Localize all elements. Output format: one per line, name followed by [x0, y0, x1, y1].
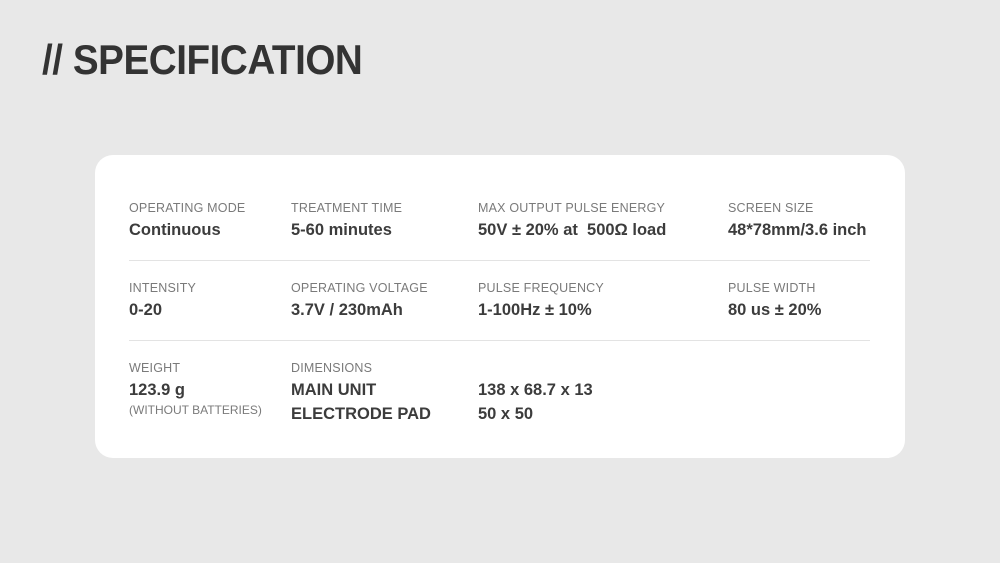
spec-intensity: INTENSITY 0-20 [129, 280, 196, 322]
spec-label: OPERATING VOLTAGE [291, 281, 428, 295]
spec-row: OPERATING MODE Continuous TREATMENT TIME… [129, 180, 870, 261]
spec-label: OPERATING MODE [129, 201, 246, 215]
spec-card: OPERATING MODE Continuous TREATMENT TIME… [95, 155, 905, 458]
spec-weight: WEIGHT 123.9 g (WITHOUT BATTERIES) [129, 360, 262, 418]
spec-pulse-width: PULSE WIDTH 80 us ± 20% [728, 280, 821, 322]
spec-label: PULSE FREQUENCY [478, 281, 604, 295]
spec-operating-voltage: OPERATING VOLTAGE 3.7V / 230mAh [291, 280, 428, 322]
spec-pulse-frequency: PULSE FREQUENCY 1-100Hz ± 10% [478, 280, 604, 322]
page-title: // SPECIFICATION [42, 36, 363, 83]
dimension-value-electrode-pad: 50 x 50 [478, 405, 534, 423]
spec-value: 1-100Hz ± 10% [478, 301, 592, 319]
spec-value: 123.9 g [129, 381, 185, 399]
spec-label: DIMENSIONS [291, 361, 373, 375]
spec-label: PULSE WIDTH [728, 281, 816, 295]
spec-dimensions-values: 138 x 68.7 x 13 50 x 50 [478, 376, 593, 426]
spec-operating-mode: OPERATING MODE Continuous [129, 200, 245, 242]
spec-screen-size: SCREEN SIZE 48*78mm/3.6 inch [728, 200, 867, 242]
spec-label: WEIGHT [129, 361, 181, 375]
spec-value: 3.7V / 230mAh [291, 301, 403, 319]
dimension-value-main-unit: 138 x 68.7 x 13 [478, 381, 593, 399]
spec-label: TREATMENT TIME [291, 201, 403, 215]
dimension-name-electrode-pad: ELECTRODE PAD [291, 405, 431, 423]
spec-value: 50V ± 20% at 500Ω load [478, 221, 667, 239]
spec-value: 80 us ± 20% [728, 301, 822, 319]
spec-note: (WITHOUT BATTERIES) [129, 403, 262, 417]
spec-label: MAX OUTPUT PULSE ENERGY [478, 201, 666, 215]
spec-value: 5-60 minutes [291, 221, 392, 239]
spec-dimensions: DIMENSIONS MAIN UNIT ELECTRODE PAD [291, 360, 431, 426]
spec-value: 0-20 [129, 301, 163, 319]
spec-row: WEIGHT 123.9 g (WITHOUT BATTERIES) DIMEN… [129, 340, 870, 423]
spec-label: INTENSITY [129, 281, 197, 295]
dimension-name-main-unit: MAIN UNIT [291, 381, 377, 399]
spec-value: 48*78mm/3.6 inch [728, 221, 867, 239]
spec-treatment-time: TREATMENT TIME 5-60 minutes [291, 200, 402, 242]
spec-row: INTENSITY 0-20 OPERATING VOLTAGE 3.7V / … [129, 260, 870, 341]
spec-max-output-pulse-energy: MAX OUTPUT PULSE ENERGY 50V ± 20% at 500… [478, 200, 666, 242]
spec-label: SCREEN SIZE [728, 201, 814, 215]
spec-value: Continuous [129, 221, 221, 239]
